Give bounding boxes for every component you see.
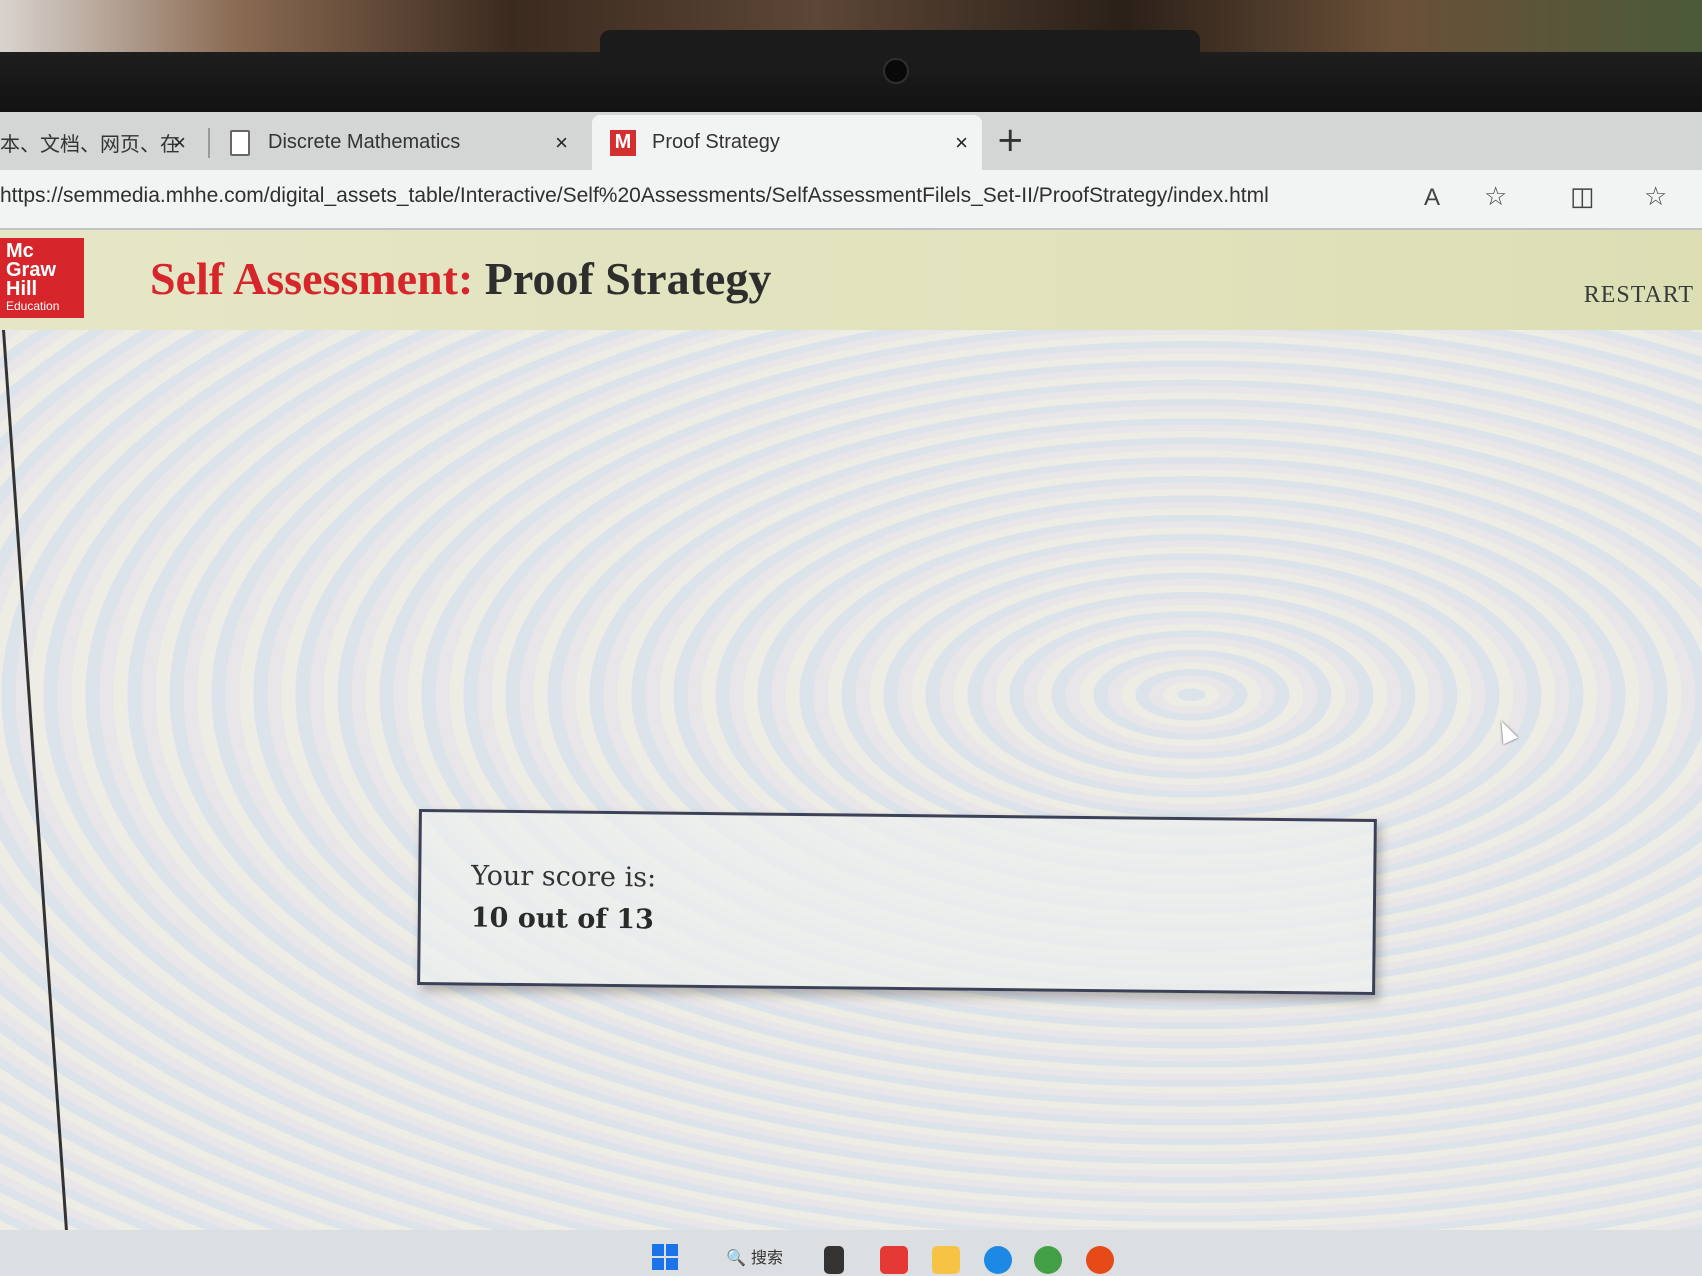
url-field[interactable]: https://semmedia.mhhe.com/digital_assets… bbox=[0, 184, 1269, 208]
close-icon[interactable]: × bbox=[955, 130, 968, 156]
close-icon[interactable]: × bbox=[555, 130, 568, 156]
mouse-cursor-icon bbox=[1494, 717, 1518, 745]
tab-separator bbox=[208, 128, 210, 158]
read-aloud-icon[interactable]: A bbox=[1424, 184, 1440, 212]
tab-label: 本、文档、网页、在 bbox=[0, 134, 180, 156]
webcam-icon bbox=[883, 58, 909, 84]
logo-line: Education bbox=[6, 299, 60, 313]
content-area: Your score is: 10 out of 13 bbox=[0, 330, 1702, 1242]
taskbar-app-icon[interactable] bbox=[1034, 1246, 1062, 1274]
taskbar-search[interactable]: 🔍 搜索 bbox=[726, 1244, 783, 1268]
score-label: Your score is: bbox=[471, 860, 657, 894]
title-prefix: Self Assessment: bbox=[150, 253, 474, 304]
browser-tab-bar: 本、文档、网页、在 × Discrete Mathematics × M Pro… bbox=[0, 112, 1702, 170]
taskbar: 🔍 搜索 bbox=[0, 1230, 1702, 1276]
restart-button[interactable]: RESTART bbox=[1584, 282, 1694, 309]
title-name: Proof Strategy bbox=[484, 253, 772, 304]
site-header: Mc Graw Hill Education Self Assessment: … bbox=[0, 230, 1702, 330]
file-explorer-icon[interactable] bbox=[932, 1246, 960, 1274]
page-title: Self Assessment: Proof Strategy bbox=[150, 252, 771, 305]
logo-line: Hill bbox=[6, 278, 38, 300]
taskbar-app-icon[interactable] bbox=[880, 1246, 908, 1274]
search-label: 搜索 bbox=[751, 1248, 784, 1267]
split-screen-icon[interactable]: ◫ bbox=[1570, 182, 1595, 212]
page-icon bbox=[230, 129, 250, 156]
add-favorite-icon[interactable]: ☆ bbox=[1484, 182, 1507, 212]
score-value: 10 out of 13 bbox=[470, 902, 655, 936]
tab-search[interactable]: 本、文档、网页、在 × bbox=[0, 115, 200, 170]
edge-browser-icon[interactable] bbox=[984, 1246, 1012, 1274]
tab-label: Proof Strategy bbox=[652, 131, 780, 153]
taskbar-app-icon[interactable] bbox=[824, 1246, 844, 1274]
mcgraw-hill-logo: Mc Graw Hill Education bbox=[0, 238, 84, 318]
close-icon[interactable]: × bbox=[173, 130, 186, 156]
tab-proof-strategy[interactable]: M Proof Strategy × bbox=[592, 115, 982, 170]
tab-discrete-mathematics[interactable]: Discrete Mathematics × bbox=[212, 115, 582, 170]
search-icon: 🔍 bbox=[726, 1248, 746, 1267]
favorites-icon[interactable]: ☆ bbox=[1644, 182, 1667, 212]
new-tab-button[interactable]: + bbox=[996, 120, 1025, 160]
taskbar-app-icon[interactable] bbox=[1086, 1246, 1114, 1274]
tab-label: Discrete Mathematics bbox=[268, 131, 461, 153]
mcgraw-hill-favicon-icon: M bbox=[610, 129, 636, 156]
score-panel: Your score is: 10 out of 13 bbox=[417, 808, 1377, 996]
frame-divider bbox=[2, 330, 68, 1230]
address-bar: https://semmedia.mhhe.com/digital_assets… bbox=[0, 170, 1702, 230]
windows-start-icon[interactable] bbox=[652, 1244, 678, 1270]
screen: 本、文档、网页、在 × Discrete Mathematics × M Pro… bbox=[0, 112, 1702, 1242]
